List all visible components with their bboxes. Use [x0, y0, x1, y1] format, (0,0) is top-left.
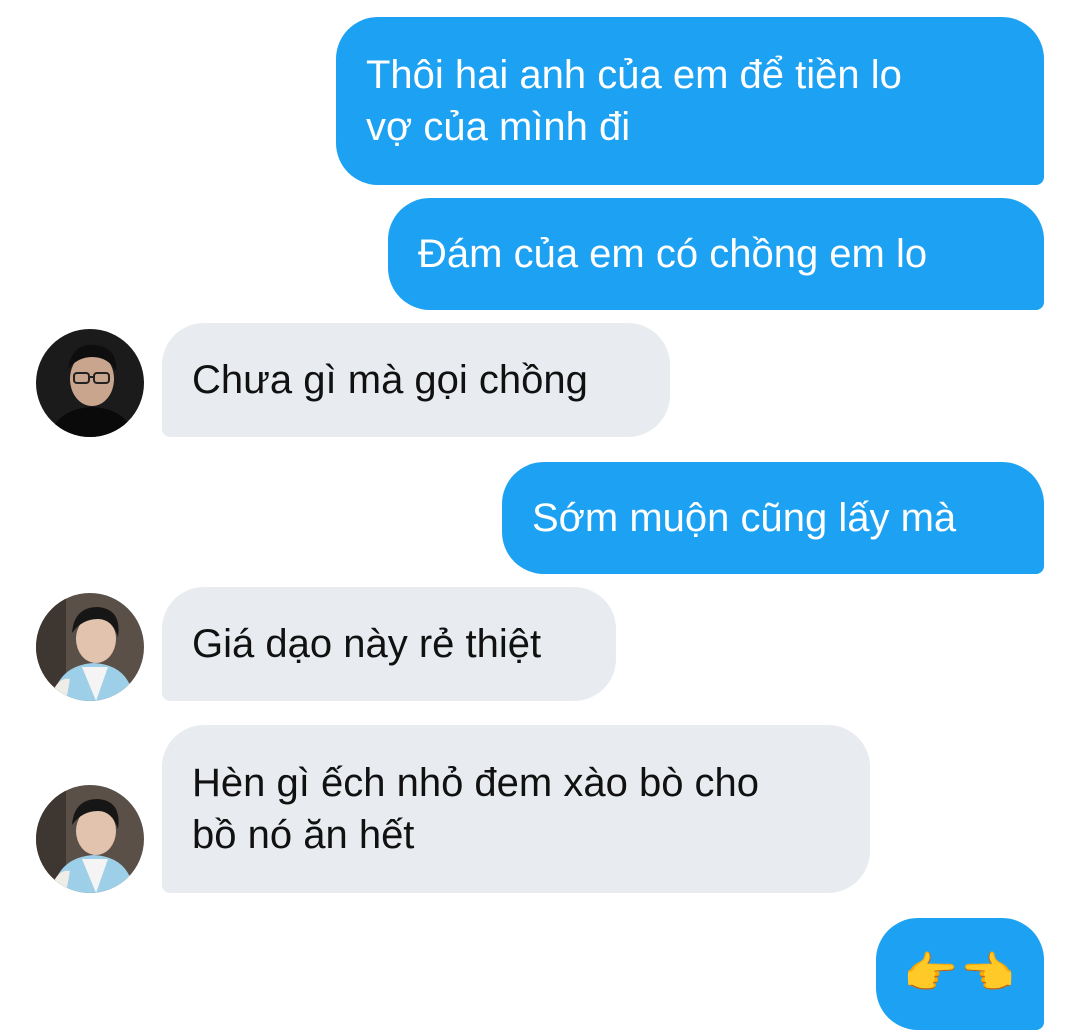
- message-text: Giá dạo này rẻ thiệt: [192, 622, 542, 666]
- message-bubble-sent[interactable]: Đám của em có chồng em lo: [388, 198, 1044, 310]
- message-bubble-sent[interactable]: 👉👈: [876, 918, 1044, 1030]
- message-bubble-received[interactable]: Hèn gì ếch nhỏ đem xào bò cho bồ nó ăn h…: [162, 725, 870, 893]
- avatar-image: [36, 593, 144, 701]
- message-text: Chưa gì mà gọi chồng: [192, 358, 588, 402]
- message-text: Sớm muộn cũng lấy mà: [532, 496, 957, 540]
- message-text: Đám của em có chồng em lo: [418, 232, 928, 276]
- message-bubble-sent[interactable]: Sớm muộn cũng lấy mà: [502, 462, 1044, 574]
- avatar-man-hanbok[interactable]: [36, 785, 144, 893]
- avatar-image: [36, 329, 144, 437]
- emoji-pointing-fingers: 👉👈: [903, 948, 1017, 999]
- chat-thread: Thôi hai anh của em để tiền lo vợ của mì…: [0, 0, 1080, 1033]
- avatar-image: [36, 785, 144, 893]
- message-bubble-received[interactable]: Giá dạo này rẻ thiệt: [162, 587, 616, 701]
- message-bubble-sent[interactable]: Thôi hai anh của em để tiền lo vợ của mì…: [336, 17, 1044, 185]
- avatar-man-glasses[interactable]: [36, 329, 144, 437]
- message-text: Hèn gì ếch nhỏ đem xào bò cho bồ nó ăn h…: [192, 761, 760, 857]
- message-text: Thôi hai anh của em để tiền lo vợ của mì…: [366, 53, 902, 149]
- message-bubble-received[interactable]: Chưa gì mà gọi chồng: [162, 323, 670, 437]
- avatar-man-hanbok[interactable]: [36, 593, 144, 701]
